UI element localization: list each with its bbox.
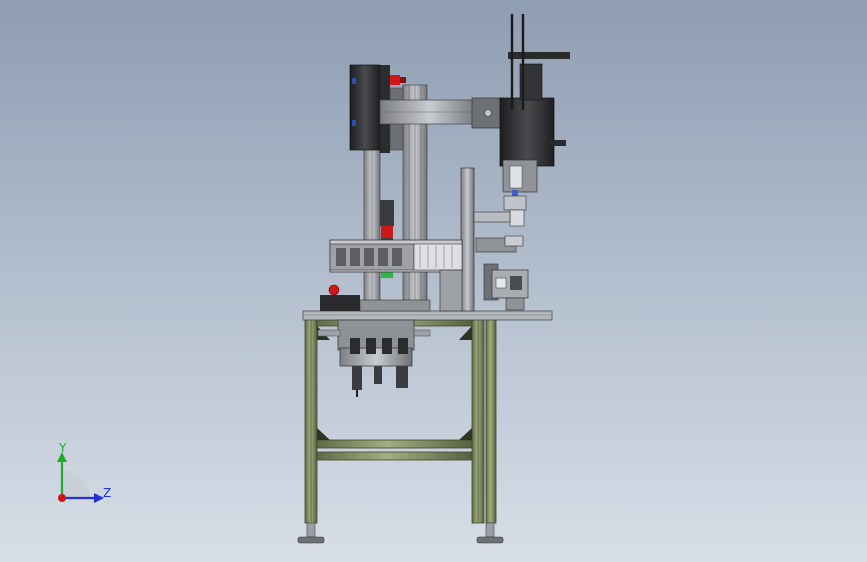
coordinate-triad: Y Z: [57, 441, 111, 503]
gripper-assembly: [483, 263, 529, 311]
leveling-feet: [297, 522, 504, 544]
valve-manifold: [317, 319, 431, 397]
terminal-strip: [329, 239, 463, 273]
horizontal-arm: [379, 97, 505, 129]
red-cap: [390, 75, 400, 85]
y-axis-label: Y: [58, 441, 67, 455]
machine-drawing: Y Z: [57, 14, 570, 544]
table-plate: [302, 310, 553, 321]
z-axis-label: Z: [103, 486, 111, 500]
cad-viewport[interactable]: Y Z: [0, 0, 867, 562]
right-motor-block: [499, 14, 570, 227]
x-axis-origin: [58, 494, 66, 502]
